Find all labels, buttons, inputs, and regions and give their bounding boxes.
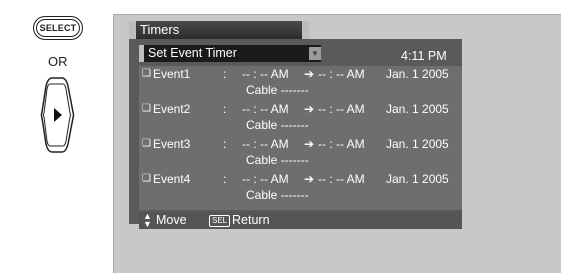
event-date[interactable]: Jan. 1 2005	[386, 172, 449, 186]
event-name: Event3	[153, 137, 191, 151]
event-row-1[interactable]: ❑ Event1 : -- : -- AM ➔ -- : -- AM Jan. …	[139, 66, 462, 100]
event-start-time[interactable]: -- : -- AM	[242, 137, 289, 151]
arrow-right-icon: ➔	[304, 172, 315, 186]
submenu-title: Set Event Timer	[148, 46, 237, 60]
event-name: Event2	[153, 102, 191, 116]
event-row-4[interactable]: ❑ Event4 : -- : -- AM ➔ -- : -- AM Jan. …	[139, 171, 462, 205]
event-channel[interactable]: Cable -------	[246, 188, 309, 202]
event-list: ❑ Event1 : -- : -- AM ➔ -- : -- AM Jan. …	[139, 66, 462, 210]
event-row-2[interactable]: ❑ Event2 : -- : -- AM ➔ -- : -- AM Jan. …	[139, 101, 462, 135]
event-end-time[interactable]: -- : -- AM	[318, 172, 365, 186]
event-colon: :	[223, 102, 227, 116]
event-channel[interactable]: Cable -------	[246, 118, 309, 132]
timers-title-bar: Timers	[129, 21, 309, 39]
event-name: Event4	[153, 172, 191, 186]
dropdown-arrow-icon: ▼	[309, 47, 321, 60]
event-end-time[interactable]: -- : -- AM	[318, 67, 365, 81]
set-event-timer-dropdown[interactable]: Set Event Timer ▼	[139, 45, 321, 62]
checkbox-icon[interactable]: ❑	[142, 103, 151, 114]
arrow-right-icon: ➔	[304, 67, 315, 81]
event-colon: :	[223, 67, 227, 81]
right-arrow-button[interactable]	[40, 76, 76, 159]
event-row-3[interactable]: ❑ Event3 : -- : -- AM ➔ -- : -- AM Jan. …	[139, 136, 462, 170]
event-date[interactable]: Jan. 1 2005	[386, 67, 449, 81]
select-button[interactable]: SELECT	[33, 16, 83, 40]
up-down-arrow-icon: ▲ ▼	[143, 211, 152, 229]
checkbox-icon[interactable]: ❑	[142, 68, 151, 79]
arrow-right-icon: ➔	[304, 102, 315, 116]
return-label: Return	[232, 213, 270, 227]
event-start-time[interactable]: -- : -- AM	[242, 102, 289, 116]
event-colon: :	[223, 137, 227, 151]
event-start-time[interactable]: -- : -- AM	[242, 67, 289, 81]
move-label: Move	[156, 213, 187, 227]
tv-screen: Timers Set Event Timer ▼ 4:11 PM ❑ Event…	[113, 14, 561, 273]
menu-title: Timers	[140, 22, 180, 37]
remote-guide: SELECT OR	[0, 0, 113, 273]
event-channel[interactable]: Cable -------	[246, 83, 309, 97]
event-name: Event1	[153, 67, 191, 81]
arrow-right-icon: ➔	[304, 137, 315, 151]
select-button-label: SELECT	[39, 23, 77, 33]
clock: 4:11 PM	[401, 49, 447, 63]
checkbox-icon[interactable]: ❑	[142, 138, 151, 149]
event-colon: :	[223, 172, 227, 186]
event-date[interactable]: Jan. 1 2005	[386, 137, 449, 151]
sel-key-icon: SEL	[209, 215, 231, 227]
checkbox-icon[interactable]: ❑	[142, 173, 151, 184]
event-channel[interactable]: Cable -------	[246, 153, 309, 167]
event-start-time[interactable]: -- : -- AM	[242, 172, 289, 186]
or-label: OR	[48, 54, 68, 69]
event-end-time[interactable]: -- : -- AM	[318, 137, 365, 151]
event-date[interactable]: Jan. 1 2005	[386, 102, 449, 116]
right-arrow-icon	[40, 77, 75, 153]
event-end-time[interactable]: -- : -- AM	[318, 102, 365, 116]
footer-help-bar: ▲ ▼ Move SEL Return	[139, 212, 462, 229]
